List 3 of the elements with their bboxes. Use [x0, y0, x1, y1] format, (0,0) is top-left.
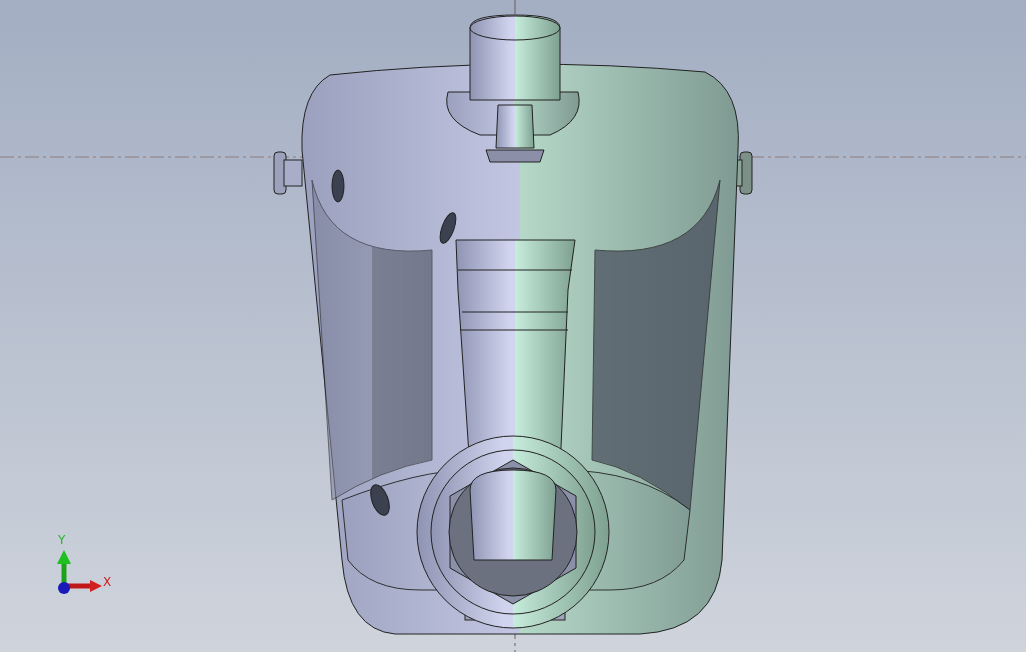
axis-label: Y	[58, 533, 66, 547]
axis-triad-icon	[57, 550, 102, 594]
axis-label: X	[103, 575, 112, 589]
